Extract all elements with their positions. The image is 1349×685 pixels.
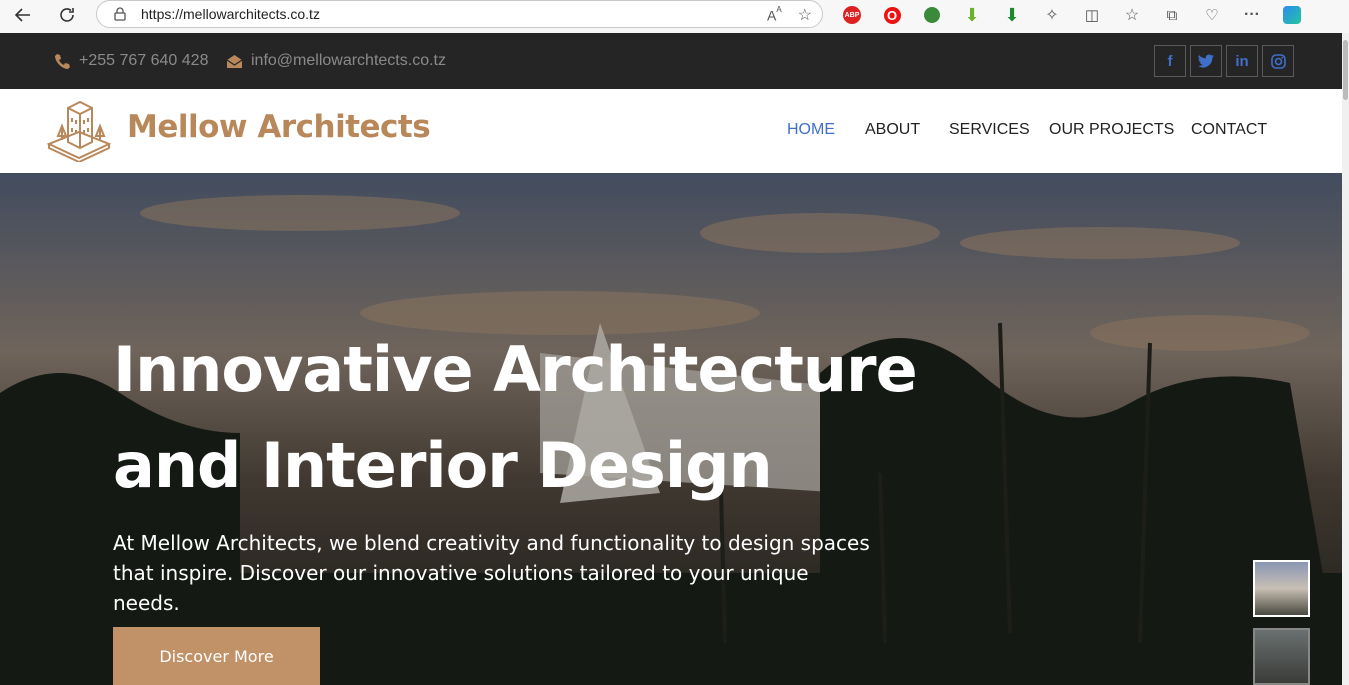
nav-home[interactable]: HOME xyxy=(787,121,835,139)
globe-extension-icon[interactable] xyxy=(920,3,944,27)
hero-title-line-1: Innovative Architecture xyxy=(113,333,918,406)
linkedin-glyph: in xyxy=(1235,52,1249,70)
instagram-icon[interactable] xyxy=(1262,45,1294,77)
nav-our-projects[interactable]: OUR PROJECTS xyxy=(1049,121,1174,139)
back-icon[interactable] xyxy=(8,0,38,30)
address-bar[interactable]: https://mellowarchitects.co.tz Aᴬ ☆ xyxy=(96,0,823,28)
hero-subtitle: At Mellow Architects, we blend creativit… xyxy=(113,531,870,615)
slide-thumbnail-1[interactable] xyxy=(1253,560,1310,617)
slide-thumbnail-2[interactable] xyxy=(1253,628,1310,685)
phone-contact[interactable]: +255 767 640 428 xyxy=(54,33,208,89)
download-dark-green-icon[interactable]: ⬇ xyxy=(1000,3,1024,27)
favorite-star-icon[interactable]: ☆ xyxy=(798,5,812,25)
envelope-icon xyxy=(226,54,243,68)
facebook-icon[interactable]: f xyxy=(1154,45,1186,77)
browser-toolbar: https://mellowarchitects.co.tz Aᴬ ☆ ABP … xyxy=(0,0,1349,33)
phone-number: +255 767 640 428 xyxy=(79,52,209,69)
instagram-glyph xyxy=(1270,53,1286,69)
opera-icon[interactable]: O xyxy=(880,3,904,27)
building-logo-icon[interactable] xyxy=(46,100,112,162)
facebook-glyph: f xyxy=(1167,52,1173,70)
collections-icon[interactable]: ⧉ xyxy=(1160,3,1184,27)
nav-services[interactable]: SERVICES xyxy=(949,121,1030,139)
hero-banner: Innovative Architecture and Interior Des… xyxy=(0,173,1342,685)
contact-topbar: +255 767 640 428 info@mellowarchtects.co… xyxy=(0,33,1342,89)
more-menu-icon[interactable]: ··· xyxy=(1240,3,1264,27)
favorites-icon[interactable]: ☆ xyxy=(1120,3,1144,27)
brand-name[interactable]: Mellow Architects xyxy=(127,109,431,145)
phone-icon xyxy=(55,53,70,69)
read-aloud-icon[interactable]: Aᴬ xyxy=(767,5,782,25)
twitter-bird-glyph xyxy=(1198,54,1214,68)
copilot-icon[interactable] xyxy=(1280,3,1304,27)
twitter-icon[interactable] xyxy=(1190,45,1222,77)
refresh-icon[interactable] xyxy=(52,0,82,30)
hero-title-line-2: and Interior Design xyxy=(113,429,773,502)
main-navigation: Mellow Architects HOME ABOUT SERVICES OU… xyxy=(0,89,1342,173)
email-address: info@mellowarchtects.co.tz xyxy=(251,52,446,69)
split-screen-icon[interactable]: ◫ xyxy=(1080,3,1104,27)
url-text: https://mellowarchitects.co.tz xyxy=(141,6,320,22)
scrollbar-thumb[interactable] xyxy=(1343,40,1348,100)
email-contact[interactable]: info@mellowarchtects.co.tz xyxy=(226,33,446,89)
discover-more-button[interactable]: Discover More xyxy=(113,627,320,685)
linkedin-icon[interactable]: in xyxy=(1226,45,1258,77)
extensions-puzzle-icon[interactable]: ✧ xyxy=(1040,3,1064,27)
page-scrollbar[interactable] xyxy=(1342,33,1349,685)
nav-about[interactable]: ABOUT xyxy=(865,121,920,139)
nav-contact[interactable]: CONTACT xyxy=(1191,121,1267,139)
download-green-icon[interactable]: ⬇ xyxy=(960,3,984,27)
adblock-icon[interactable]: ABP xyxy=(840,3,864,27)
performance-heart-icon[interactable]: ♡ xyxy=(1200,3,1224,27)
lock-icon xyxy=(114,7,126,21)
